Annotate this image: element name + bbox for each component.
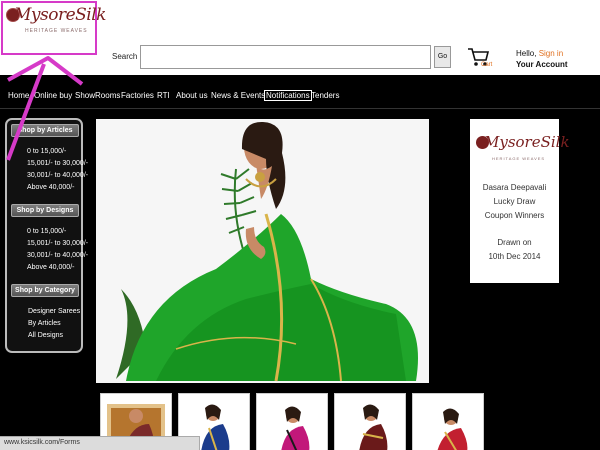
sidebar-link[interactable]: 30,001/- to 40,000/- [27,172,88,179]
sidebar-link[interactable]: Above 40,000/- [27,264,74,271]
sidebar-head-designs[interactable]: Shop by Designs [11,204,79,217]
site-header: MysoreSilk HERITAGE WEAVES Search Go Car… [0,0,600,75]
search-go-button[interactable]: Go [434,46,451,68]
product-thumbnail[interactable] [412,393,484,450]
hero-banner[interactable] [96,119,429,383]
sidebar-head-category[interactable]: Shop by Category [11,284,79,297]
nav-rti[interactable]: RTI [157,91,170,100]
shop-sidebar: Shop by Articles 0 to 15,000/- 15,001/- … [5,118,88,353]
sidebar-link[interactable]: 0 to 15,000/- [27,148,66,155]
cart-label[interactable]: Cart [481,62,492,68]
nav-about-us[interactable]: About us [176,91,208,100]
sidebar-link[interactable]: Above 40,000/- [27,184,74,191]
nav-notifications[interactable]: Notifications [264,90,312,101]
ad-line: 10th Dec 2014 [488,252,541,261]
search-label: Search [112,52,138,61]
nav-home[interactable]: Home [8,91,29,100]
logo-text: MysoreSilk [14,5,106,25]
lucky-draw-ad[interactable]: MysoreSilk HERITAGE WEAVES Dasara Deepav… [470,119,570,283]
thumbnail-image [413,394,483,450]
greeting-prefix: Hello, [516,49,539,58]
sidebar-link[interactable]: By Articles [28,320,61,327]
product-thumbnail[interactable] [334,393,406,450]
search-input[interactable] [140,45,431,69]
main-nav: Home Online buy ShowRooms Factories RTI … [0,75,600,109]
ad-line: Drawn on [497,238,532,247]
nav-showrooms[interactable]: ShowRooms [75,91,120,100]
logo-subtitle: HERITAGE WEAVES [25,28,88,34]
sidebar-link[interactable]: All Designs [28,332,63,339]
nav-online-buy[interactable]: Online buy [34,91,72,100]
ad-line: Coupon Winners [484,211,545,220]
ad-line: Dasara Deepavali [482,183,547,192]
nav-factories[interactable]: Factories [121,91,154,100]
product-thumbnail[interactable] [256,393,328,450]
thumbnail-image [335,394,405,450]
sidebar-link[interactable]: Designer Sarees [28,308,80,315]
ad-line: Lucky Draw [493,197,536,206]
browser-status-bar: www.ksicsilk.com/Forms [0,436,200,450]
nav-news-events[interactable]: News & Events [211,91,265,100]
sidebar-head-articles[interactable]: Shop by Articles [11,124,79,137]
ad-logo-subtitle: HERITAGE WEAVES [492,156,546,161]
sidebar-link[interactable]: 0 to 15,000/- [27,228,66,235]
sidebar-link[interactable]: 15,001/- to 30,000/- [27,160,88,167]
nav-tenders[interactable]: Tenders [311,91,339,100]
signin-link[interactable]: Sign in [539,49,563,58]
ad-logo-text: MysoreSilk [484,133,570,151]
site-logo[interactable]: MysoreSilk HERITAGE WEAVES [1,1,106,55]
account-link[interactable]: Your Account [516,60,568,69]
greeting: Hello, Sign in [516,49,563,58]
thumbnail-image [257,394,327,450]
sidebar-link[interactable]: 15,001/- to 30,000/- [27,240,88,247]
banner-model-image [96,119,429,383]
sidebar-link[interactable]: 30,001/- to 40,000/- [27,252,88,259]
